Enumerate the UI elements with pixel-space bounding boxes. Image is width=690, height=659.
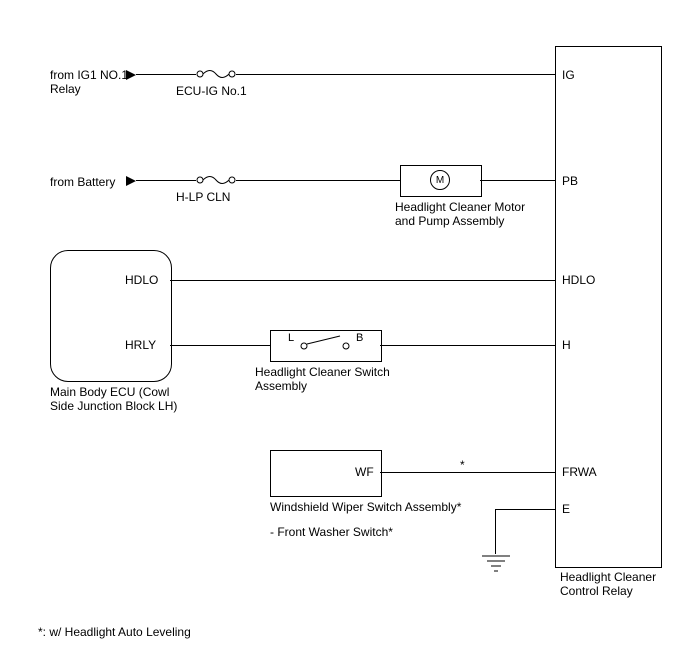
pin-frwa: FRWA	[562, 465, 597, 479]
footnote-label: *: w/ Headlight Auto Leveling	[38, 625, 191, 639]
wire-pb-2	[236, 180, 400, 181]
wire-hdlo	[170, 280, 555, 281]
fuse-hlp-icon	[196, 173, 236, 187]
wiper-switch-label: Windshield Wiper Switch Assembly*	[270, 500, 461, 514]
wire-e-h	[495, 509, 555, 510]
ig1-arrow-icon	[126, 70, 136, 80]
control-relay-box	[555, 46, 662, 568]
wiper-sub-label: - Front Washer Switch*	[270, 525, 393, 539]
wire-e-v	[495, 509, 496, 554]
pin-pb: PB	[562, 174, 578, 188]
motor-icon: M	[430, 170, 450, 190]
wiring-diagram: Headlight Cleaner Control Relay from IG1…	[0, 0, 690, 659]
wire-h-1	[170, 345, 270, 346]
main-ecu-label: Main Body ECU (Cowl Side Junction Block …	[50, 385, 177, 413]
main-ecu-box	[50, 250, 172, 382]
pin-hdlo-left: HDLO	[125, 273, 158, 287]
switch-icon	[298, 334, 352, 352]
cleaner-switch-label: Headlight Cleaner Switch Assembly	[255, 365, 390, 393]
pin-b: B	[356, 332, 363, 344]
pin-hdlo-right: HDLO	[562, 273, 595, 287]
battery-source-label: from Battery	[50, 175, 115, 189]
control-relay-label: Headlight Cleaner Control Relay	[560, 570, 656, 598]
motor-label: Headlight Cleaner Motor and Pump Assembl…	[395, 200, 525, 228]
fuse-ecu-ig-label: ECU-IG No.1	[176, 84, 247, 98]
fuse-ecu-ig-icon	[196, 67, 236, 81]
pin-hrly: HRLY	[125, 338, 156, 352]
pin-h: H	[562, 338, 571, 352]
pin-wf: WF	[355, 465, 374, 479]
wire-ig-2	[236, 74, 555, 75]
battery-arrow-icon	[126, 176, 136, 186]
ig1-source-label: from IG1 NO.1 Relay	[50, 68, 128, 96]
wire-ig-1	[136, 74, 196, 75]
asterisk-label: *	[460, 458, 465, 472]
fuse-hlp-label: H-LP CLN	[176, 190, 230, 204]
wire-pb-1	[136, 180, 196, 181]
wire-pb-3	[480, 180, 555, 181]
motor-m-label: M	[436, 175, 444, 186]
wire-frwa	[380, 472, 555, 473]
pin-e: E	[562, 502, 570, 516]
pin-l: L	[288, 332, 294, 344]
pin-ig: IG	[562, 68, 575, 82]
wire-h-2	[380, 345, 555, 346]
ground-icon	[480, 554, 512, 572]
